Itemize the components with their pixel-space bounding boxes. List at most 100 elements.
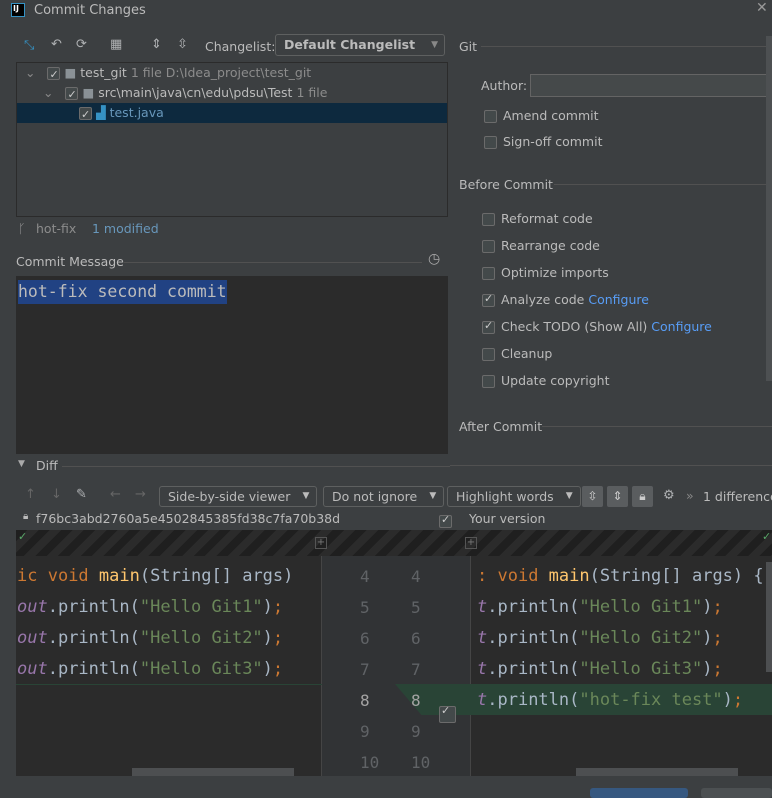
diff-label[interactable]: Diff <box>36 458 58 473</box>
expand-icon[interactable]: + <box>465 537 477 549</box>
edit-icon[interactable]: ✎ <box>76 487 87 502</box>
chevron-down-icon[interactable]: ⌄ <box>25 65 35 80</box>
checkbox[interactable] <box>79 105 92 125</box>
expand-all-icon[interactable]: ⇕ <box>151 37 162 52</box>
checkbox[interactable] <box>484 136 497 149</box>
intellij-logo-icon: IJ <box>11 3 25 17</box>
horizontal-scrollbar[interactable] <box>132 768 294 776</box>
analyze-code-option[interactable]: Analyze code Configure <box>482 292 649 307</box>
dropdown-value: Do not ignore <box>332 489 418 504</box>
cancel-button[interactable] <box>701 788 772 798</box>
update-copyright-option[interactable]: Update copyright <box>482 373 609 388</box>
collapse-all-icon[interactable]: ⇳ <box>177 37 188 52</box>
no-problems-icon: ✓ <box>18 530 28 543</box>
divider <box>62 466 450 467</box>
optimize-imports-option[interactable]: Optimize imports <box>482 265 609 280</box>
right-line-number: 7 <box>411 660 421 679</box>
commit-button[interactable] <box>590 788 688 798</box>
collapsed-region[interactable] <box>16 530 772 556</box>
checkbox[interactable] <box>482 292 495 307</box>
checkbox[interactable] <box>65 85 79 105</box>
check-todo-option[interactable]: Check TODO (Show All) Configure <box>482 319 712 334</box>
branch-name: hot-fix <box>36 221 77 236</box>
collapse-unchanged-icon[interactable]: ⇳ <box>582 486 603 507</box>
highlight-mode-dropdown[interactable]: Highlight words ▼ <box>447 486 581 507</box>
left-line-number: 4 <box>360 567 370 586</box>
dropdown-value: Highlight words <box>456 489 554 504</box>
code-token: "Hello Git2" <box>139 628 263 648</box>
back-icon[interactable]: ← <box>110 487 121 502</box>
amend-commit-option[interactable]: Amend commit <box>484 108 599 123</box>
code-line: t.println("hot-fix test"); <box>477 685 743 716</box>
ignore-whitespace-dropdown[interactable]: Do not ignore ▼ <box>323 486 445 507</box>
author-input[interactable] <box>530 74 772 97</box>
tree-row-root[interactable]: ⌄ ■ test_git 1 file D:\Idea_project\test… <box>17 63 447 85</box>
checkbox[interactable] <box>482 213 495 226</box>
include-change-checkbox[interactable] <box>439 704 456 723</box>
after-commit-section-title: After Commit <box>459 419 543 434</box>
viewer-mode-dropdown[interactable]: Side-by-side viewer ▼ <box>159 486 318 507</box>
code-token: .println( <box>47 628 140 648</box>
checkbox[interactable] <box>482 348 495 361</box>
reformat-code-option[interactable]: Reformat code <box>482 211 593 226</box>
before-commit-section-title: Before Commit <box>459 177 553 192</box>
forward-icon[interactable]: → <box>135 487 146 502</box>
changes-tree[interactable]: ⌄ ■ test_git 1 file D:\Idea_project\test… <box>16 62 448 217</box>
code-token: ) <box>262 628 273 648</box>
code-token: void <box>497 566 549 586</box>
code-token: ic <box>17 566 48 586</box>
commit-message-label: Commit Message <box>16 254 124 269</box>
lock-icon[interactable]: 🔒︎ <box>632 486 653 507</box>
code-token: out <box>17 628 48 648</box>
group-by-icon[interactable]: ▦ <box>110 37 122 52</box>
code-token: ) <box>262 659 273 679</box>
horizontal-scrollbar[interactable] <box>576 768 738 776</box>
collapse-diff-icon[interactable]: ▼ <box>18 459 25 469</box>
checkbox[interactable] <box>482 375 495 388</box>
checkbox[interactable] <box>482 319 495 334</box>
option-label: Sign-off commit <box>503 134 603 149</box>
cleanup-option[interactable]: Cleanup <box>482 346 552 361</box>
configure-link[interactable]: Configure <box>588 292 649 307</box>
settings-gear-icon[interactable]: ⚙ <box>663 488 675 503</box>
previous-difference-icon[interactable]: ↑ <box>25 487 36 502</box>
options-scrollbar[interactable] <box>766 36 772 381</box>
show-diff-icon[interactable]: ⤡ <box>24 38 34 53</box>
sync-scroll-icon[interactable]: ⇕ <box>607 486 628 507</box>
right-version-label: Your version <box>469 511 546 526</box>
modified-count-link[interactable]: 1 modified <box>92 221 159 236</box>
vertical-scrollbar[interactable] <box>766 562 772 672</box>
refresh-icon[interactable]: ⟳ <box>76 37 87 52</box>
include-checkbox[interactable] <box>439 513 452 528</box>
option-label: Update copyright <box>501 373 610 388</box>
code-token: ; <box>272 628 284 648</box>
more-icon[interactable]: » <box>686 488 694 503</box>
left-line-number: 5 <box>360 598 370 617</box>
close-icon[interactable]: ✕ <box>756 0 768 16</box>
code-token: void <box>47 566 99 586</box>
sign-off-commit-option[interactable]: Sign-off commit <box>484 134 603 149</box>
diff-gutter <box>321 530 471 776</box>
checkbox[interactable] <box>484 110 497 123</box>
code-token: "Hello Git3" <box>139 659 263 679</box>
divider <box>450 465 772 466</box>
checkbox[interactable] <box>482 267 495 280</box>
rearrange-code-option[interactable]: Rearrange code <box>482 238 600 253</box>
code-token: "Hello Git3" <box>579 659 703 679</box>
rollback-icon[interactable]: ↶ <box>51 37 62 52</box>
next-difference-icon[interactable]: ↓ <box>51 487 62 502</box>
commit-message-input[interactable]: hot-fix second commit <box>16 276 448 454</box>
checkbox[interactable] <box>47 65 61 85</box>
history-clock-icon[interactable]: ◷ <box>428 251 440 267</box>
tree-row-package[interactable]: ⌄ ■ src\main\java\cn\edu\pdsu\Test 1 fil… <box>17 83 447 105</box>
tree-item-name: test_git <box>80 65 127 80</box>
tree-item-meta: 1 file <box>130 65 162 80</box>
changelist-dropdown[interactable]: Default Changelist ▼ <box>275 34 445 56</box>
author-label: Author: <box>481 78 528 93</box>
tree-row-file[interactable]: ▟ test.java <box>17 103 447 125</box>
expand-icon[interactable]: + <box>315 537 327 549</box>
configure-link[interactable]: Configure <box>651 319 712 334</box>
code-token: .println( <box>487 690 580 710</box>
checkbox[interactable] <box>482 240 495 253</box>
chevron-down-icon[interactable]: ⌄ <box>43 85 53 100</box>
